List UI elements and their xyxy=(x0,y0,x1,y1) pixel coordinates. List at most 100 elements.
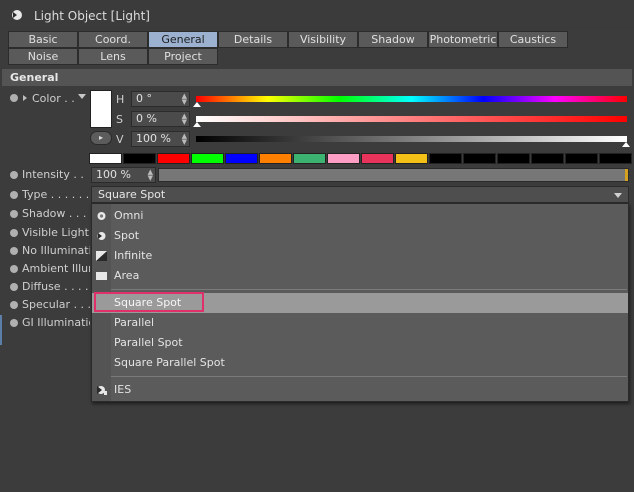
menu-item-label: Square Parallel Spot xyxy=(114,356,225,369)
gi-illumination-animate-dot[interactable] xyxy=(10,319,18,327)
menu-item-parallel-spot[interactable]: Parallel Spot xyxy=(92,333,628,353)
color-mode-button[interactable]: ▸ xyxy=(90,131,112,145)
value-gradient-bar[interactable] xyxy=(196,136,627,142)
infinite-icon xyxy=(96,251,107,261)
shadow-animate-dot[interactable] xyxy=(10,210,18,218)
color-animate-dot[interactable] xyxy=(10,94,18,102)
intensity-slider[interactable] xyxy=(158,168,629,182)
tab-project[interactable]: Project xyxy=(148,48,218,65)
h-label: H xyxy=(116,93,125,106)
specular-animate-dot[interactable] xyxy=(10,301,18,309)
intensity-animate-dot[interactable] xyxy=(10,171,18,179)
tab-noise[interactable]: Noise xyxy=(8,48,78,65)
omni-icon xyxy=(97,212,106,220)
menu-item-label: Omni xyxy=(114,209,144,222)
type-selected-value: Square Spot xyxy=(98,188,166,201)
menu-item-square-spot[interactable]: Square Spot xyxy=(92,292,628,313)
hue-gradient-bar[interactable] xyxy=(196,96,627,102)
type-animate-dot[interactable] xyxy=(10,191,18,199)
intensity-slider-end xyxy=(625,169,628,181)
param-label-ambient-illumination: Ambient Illum xyxy=(22,262,90,275)
menu-separator xyxy=(111,376,627,377)
color-label: Color . . xyxy=(32,92,75,105)
palette-swatch[interactable] xyxy=(531,153,564,164)
spot-icon xyxy=(97,232,106,240)
menu-item-ies[interactable]: IES xyxy=(92,380,628,400)
palette-swatch[interactable] xyxy=(191,153,224,164)
diffuse-animate-dot[interactable] xyxy=(10,283,18,291)
palette-swatch[interactable] xyxy=(429,153,462,164)
tab-visibility[interactable]: Visibility xyxy=(288,31,358,48)
menu-item-label: Area xyxy=(114,269,140,282)
intensity-value: 100 % xyxy=(96,168,131,181)
saturation-value: 0 % xyxy=(136,112,157,125)
tab-general[interactable]: General xyxy=(148,31,218,48)
light-object-icon xyxy=(12,10,22,20)
palette-swatch[interactable] xyxy=(259,153,292,164)
intensity-spinner-icon[interactable]: ▲ ▼ xyxy=(148,169,153,182)
saturation-gradient-bar[interactable] xyxy=(196,116,627,122)
light-type-menu: Omni Spot Infinite Area Square Spot Para… xyxy=(91,203,629,402)
menu-item-label: Spot xyxy=(114,229,140,242)
param-label-gi-illumination: GI Illumination xyxy=(22,316,90,329)
tab-caustics[interactable]: Caustics xyxy=(498,31,568,48)
palette-swatch[interactable] xyxy=(293,153,326,164)
section-title-general: General xyxy=(2,69,632,86)
menu-item-omni[interactable]: Omni xyxy=(92,206,628,226)
menu-item-label: Infinite xyxy=(114,249,153,262)
param-label-specular: Specular . . . xyxy=(22,298,90,311)
palette-swatch[interactable] xyxy=(157,153,190,164)
param-label-visible-light: Visible Light xyxy=(22,226,89,239)
color-preview-swatch[interactable] xyxy=(90,90,112,128)
tab-coord[interactable]: Coord. xyxy=(78,31,148,48)
value-spinner-icon[interactable]: ▲ ▼ xyxy=(182,133,187,146)
hue-spinner-icon[interactable]: ▲ ▼ xyxy=(182,93,187,106)
v-label: V xyxy=(116,133,124,146)
menu-item-square-parallel-spot[interactable]: Square Parallel Spot xyxy=(92,353,628,373)
palette-swatch[interactable] xyxy=(225,153,258,164)
color-menu-arrow-icon[interactable] xyxy=(78,94,86,100)
menu-item-label: Parallel Spot xyxy=(114,336,183,349)
menu-item-label: IES xyxy=(114,383,132,396)
param-label-diffuse: Diffuse . . . . xyxy=(22,280,89,293)
saturation-field[interactable]: 0 % ▲ ▼ xyxy=(131,111,190,127)
intensity-field[interactable]: 100 % ▲ ▼ xyxy=(91,167,156,183)
value-marker-icon[interactable] xyxy=(622,142,630,147)
type-dropdown[interactable]: Square Spot xyxy=(91,186,629,203)
menu-item-infinite[interactable]: Infinite xyxy=(92,246,628,266)
type-label: Type . . . . . . xyxy=(22,188,88,201)
tab-shadow[interactable]: Shadow xyxy=(358,31,428,48)
tab-lens[interactable]: Lens xyxy=(78,48,148,65)
menu-item-area[interactable]: Area xyxy=(92,266,628,286)
palette-swatch[interactable] xyxy=(89,153,122,164)
tab-basic[interactable]: Basic xyxy=(8,31,78,48)
palette-swatch[interactable] xyxy=(497,153,530,164)
param-label-shadow: Shadow . . . . xyxy=(22,207,90,220)
expand-arrow-icon[interactable] xyxy=(22,95,28,101)
no-illumination-animate-dot[interactable] xyxy=(10,247,18,255)
menu-item-label: Square Spot xyxy=(114,296,182,309)
palette-swatch[interactable] xyxy=(463,153,496,164)
palette-swatch[interactable] xyxy=(361,153,394,164)
saturation-marker-icon[interactable] xyxy=(193,122,201,127)
hue-marker-icon[interactable] xyxy=(193,102,201,107)
menu-item-spot[interactable]: Spot xyxy=(92,226,628,246)
palette-swatch[interactable] xyxy=(565,153,598,164)
visible-light-animate-dot[interactable] xyxy=(10,229,18,237)
palette-swatch[interactable] xyxy=(123,153,156,164)
window-edge xyxy=(0,315,2,345)
hue-field[interactable]: 0 ° ▲ ▼ xyxy=(131,91,190,107)
object-title: Light Object [Light] xyxy=(34,9,150,23)
tab-photometric[interactable]: Photometric xyxy=(428,31,498,48)
palette-swatch[interactable] xyxy=(395,153,428,164)
ambient-illumination-animate-dot[interactable] xyxy=(10,265,18,273)
palette-swatch[interactable] xyxy=(327,153,360,164)
menu-item-parallel[interactable]: Parallel xyxy=(92,313,628,333)
menu-separator xyxy=(111,289,627,290)
value-field[interactable]: 100 % ▲ ▼ xyxy=(131,131,190,147)
saturation-spinner-icon[interactable]: ▲ ▼ xyxy=(182,113,187,126)
palette-swatch[interactable] xyxy=(599,153,632,164)
chevron-down-icon[interactable] xyxy=(614,193,622,198)
s-label: S xyxy=(116,113,123,126)
tab-details[interactable]: Details xyxy=(218,31,288,48)
